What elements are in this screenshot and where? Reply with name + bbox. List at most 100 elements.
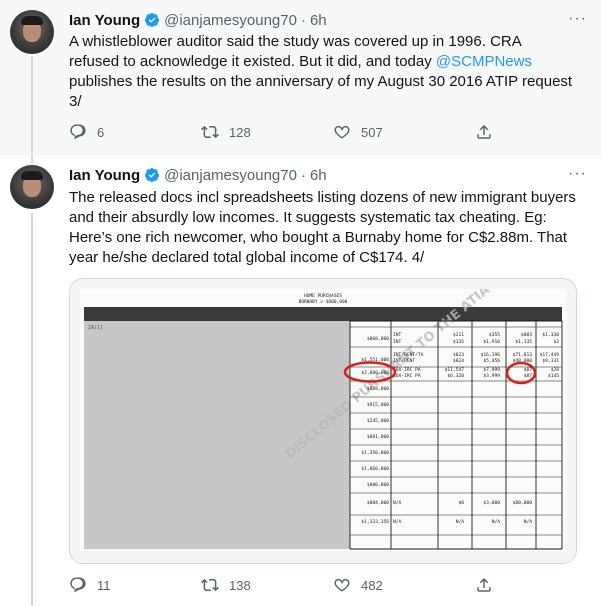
scanned-document: HOME PURCHASES BURNABY > $800,000 ZA(1) … (80, 283, 566, 551)
retweet-button[interactable]: 128 (201, 123, 251, 141)
income-cell: $2 (553, 339, 559, 345)
thread-line (31, 155, 33, 163)
avatar[interactable] (10, 10, 54, 54)
price-cell: $884,000 (367, 500, 389, 506)
text-line: year he/she declared total global income… (69, 249, 425, 266)
income-cell: $5,056 (483, 358, 500, 364)
retweet-count: 138 (229, 577, 251, 593)
reply-button[interactable]: 11 (69, 576, 111, 594)
price-cell: $1,350,000 (361, 450, 389, 456)
author-name[interactable]: Ian Young (69, 167, 140, 184)
thread-line (31, 56, 33, 154)
income-cell: $3,000 (483, 500, 500, 506)
income-cell: $823 (453, 352, 464, 358)
tweet-actions: 11 138 482 (69, 576, 589, 596)
price-cell: $1,333,356 (361, 519, 389, 525)
retweet-icon (201, 578, 219, 592)
income-cell: $17,449 (540, 352, 560, 358)
heart-icon (334, 125, 350, 139)
income-cell: $87 (524, 373, 533, 379)
doc-title: HOME PURCHASES (304, 293, 342, 299)
text-segment: refused to acknowledge it existed. But i… (69, 53, 436, 70)
price-cell: $1,060,000 (361, 466, 389, 472)
author-handle[interactable]: @ianjamesyoung70 (164, 167, 297, 184)
verified-badge-icon (145, 168, 160, 182)
text-line: publishes the results on the anniversary… (69, 73, 573, 90)
share-icon (477, 124, 491, 139)
timestamp[interactable]: 6h (310, 12, 327, 29)
income-cell: $145 (548, 373, 559, 379)
income-cell: $28 (551, 367, 560, 373)
share-button[interactable] (475, 123, 503, 141)
reply-button[interactable]: 6 (69, 123, 104, 141)
income-type-cell: INT (393, 332, 402, 338)
price-cell: $881,000 (367, 434, 389, 440)
more-options-icon[interactable]: ··· (568, 10, 587, 28)
text-line: and their absurdly low incomes. It sugge… (69, 209, 547, 226)
income-cell: N/A (492, 519, 501, 525)
income-type-cell: N/A (393, 519, 402, 525)
share-icon (477, 577, 491, 592)
timestamp[interactable]: 6h (310, 167, 327, 184)
text-line: A whistleblower auditor said the study w… (69, 33, 522, 50)
text-line: refused to acknowledge it existed. But i… (69, 52, 589, 72)
price-cell: $245,000 (367, 418, 389, 424)
reply-icon (70, 577, 86, 592)
income-cell: $1,135 (515, 339, 532, 345)
separator-dot: · (300, 166, 306, 184)
income-cell: $9,331 (542, 358, 559, 364)
income-type-cell: INT/RENT (393, 358, 415, 364)
income-type-cell: SOX-IRC PA (393, 373, 421, 379)
income-cell: $16,196 (481, 352, 501, 358)
heart-icon (334, 578, 350, 592)
like-button[interactable]: 507 (333, 123, 383, 141)
doc-subtitle: BURNABY > $800,000 (299, 299, 348, 305)
text-line: The released docs incl spreadsheets list… (69, 189, 576, 206)
income-cell: N/A (456, 519, 465, 525)
price-cell: $915,000 (367, 402, 389, 408)
income-cell: $1,910 (483, 339, 500, 345)
retweet-icon (201, 125, 219, 139)
reply-icon (70, 124, 86, 139)
income-cell: $1,330 (542, 332, 559, 338)
price-cell: $2,880,000 (361, 370, 389, 376)
price-cell: $860,000 (367, 336, 389, 342)
more-options-icon[interactable]: ··· (568, 165, 587, 183)
author-name[interactable]: Ian Young (69, 12, 140, 29)
text-line: Here’s one rich newcomer, who bought a B… (69, 229, 568, 246)
income-cell: $335 (453, 339, 464, 345)
income-cell: $6,320 (447, 373, 464, 379)
red-circle-income (505, 361, 537, 385)
like-button[interactable]: 482 (333, 576, 383, 594)
doc-header-bar (84, 307, 562, 321)
income-cell: $80,000 (513, 500, 533, 506)
reply-count: 11 (97, 577, 111, 593)
tweet-header: Ian Young @ianjamesyoung70 · 6h (69, 10, 327, 30)
text-line: 3/ (69, 93, 82, 110)
mention-link[interactable]: @SCMPNews (436, 53, 532, 70)
reply-count: 6 (97, 124, 105, 140)
attached-image[interactable]: HOME PURCHASES BURNABY > $800,000 ZA(1) … (69, 278, 577, 564)
income-type-cell: SOX-IRC PA (393, 367, 421, 373)
avatar[interactable] (10, 165, 54, 209)
income-cell: $71,813 (513, 352, 533, 358)
tweet-4[interactable]: Ian Young @ianjamesyoung70 · 6h ··· The … (0, 155, 601, 606)
price-cell: $880,000 (367, 482, 389, 488)
income-cell: $803 (521, 332, 532, 338)
share-button[interactable] (475, 576, 503, 594)
retweet-button[interactable]: 138 (201, 576, 251, 594)
separator-dot: · (300, 11, 306, 29)
spreadsheet-scan: HOME PURCHASES BURNABY > $800,000 ZA(1) … (84, 283, 563, 550)
thread-line (31, 213, 33, 606)
income-cell: $824 (453, 358, 464, 364)
verified-badge-icon (145, 13, 160, 27)
income-cell: $355 (489, 332, 500, 338)
tweet-3[interactable]: Ian Young @ianjamesyoung70 · 6h ··· A wh… (0, 0, 601, 155)
tweet-header: Ian Young @ianjamesyoung70 · 6h (69, 165, 327, 185)
price-cell: $828,000 (367, 386, 389, 392)
income-type-cell: N/A (393, 500, 402, 506)
income-cell: $3,999 (483, 373, 500, 379)
income-cell: $87 (524, 367, 533, 373)
retweet-count: 128 (229, 124, 251, 140)
author-handle[interactable]: @ianjamesyoung70 (164, 12, 297, 29)
